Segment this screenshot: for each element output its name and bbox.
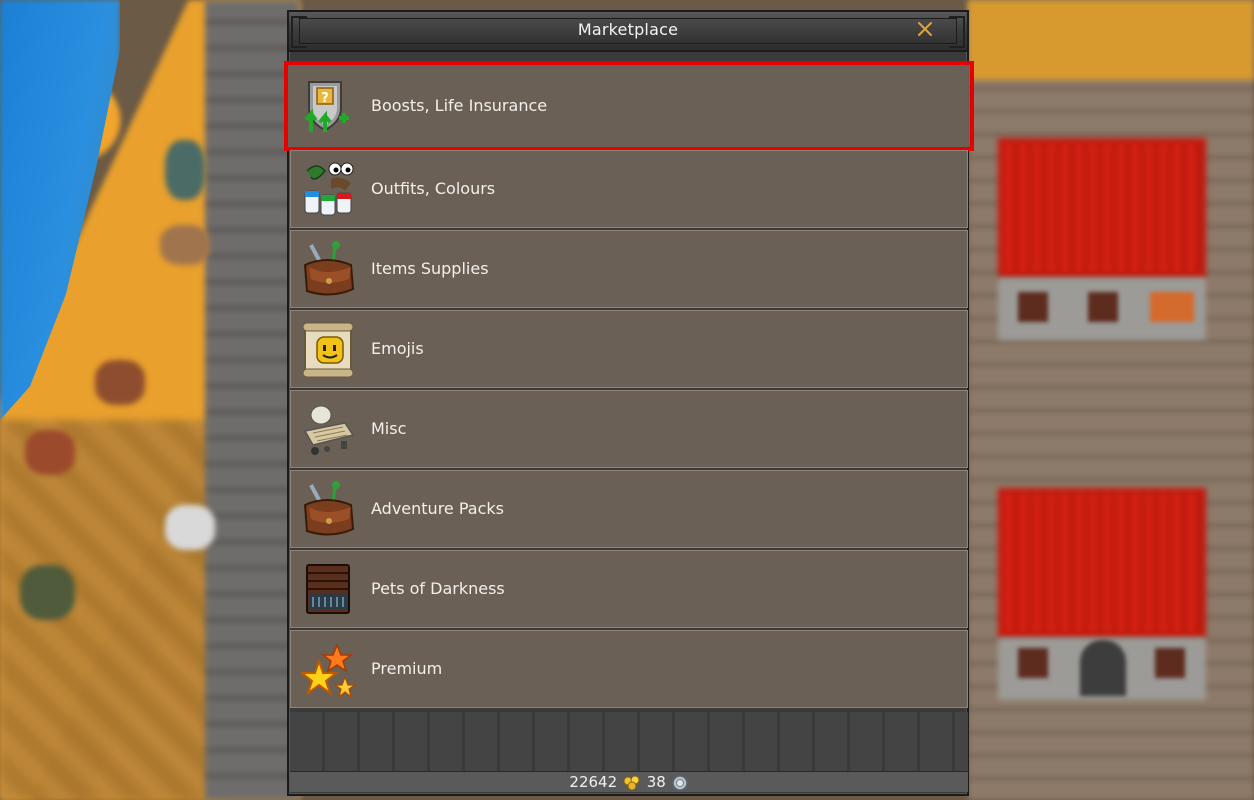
- window-title: Marketplace: [577, 20, 679, 39]
- category-label: Outfits, Colours: [371, 179, 496, 198]
- category-list: ? Boosts, Life Insurance Outfits, Colour…: [284, 61, 974, 710]
- stone-road: [205, 0, 300, 800]
- adventure-bag-icon: [301, 481, 357, 539]
- category-label: Emojis: [371, 339, 424, 358]
- rock-decoration: [165, 505, 215, 550]
- sand-strip: [968, 0, 1254, 80]
- red-roof: [998, 488, 1206, 638]
- category-label: Pets of Darkness: [371, 579, 505, 598]
- outfit-paint-icon: [301, 161, 357, 219]
- silver-coin-icon: [671, 774, 688, 791]
- gold-amount: 22642: [569, 773, 618, 791]
- building-archway: [1080, 640, 1126, 696]
- building-window: [1155, 648, 1185, 678]
- building-window: [1018, 648, 1048, 678]
- close-x-icon: [918, 22, 932, 36]
- category-premium[interactable]: Premium: [290, 630, 968, 708]
- category-label: Misc: [371, 419, 407, 438]
- building-window: [1018, 292, 1048, 322]
- bush-decoration: [165, 140, 205, 200]
- title-bar[interactable]: Marketplace: [289, 12, 967, 52]
- category-outfits-colours[interactable]: Outfits, Colours: [290, 150, 968, 228]
- premium-star-icon: [299, 641, 357, 699]
- dark-chest-icon: [301, 561, 357, 619]
- window-floor-panel: [290, 712, 968, 774]
- building-window: [1088, 292, 1118, 322]
- emoji-scroll-icon: [301, 321, 357, 379]
- currency-footer: 22642 38: [290, 771, 968, 792]
- close-icon[interactable]: [913, 18, 937, 42]
- svg-text:?: ?: [321, 91, 329, 106]
- marketplace-window: Marketplace ? Boosts, Life Insurance Out…: [284, 10, 974, 796]
- misc-scroll-icon: [301, 401, 357, 459]
- rock-decoration: [160, 225, 210, 265]
- category-label: Boosts, Life Insurance: [371, 96, 548, 115]
- boost-shield-icon: ?: [301, 78, 357, 136]
- category-label: Premium: [371, 659, 443, 678]
- category-emojis[interactable]: Emojis: [290, 310, 968, 388]
- bush-decoration: [20, 565, 75, 620]
- category-label: Items Supplies: [371, 259, 489, 278]
- category-items-supplies[interactable]: Items Supplies: [290, 230, 968, 308]
- rock-decoration: [25, 430, 75, 475]
- category-label: Adventure Packs: [371, 499, 504, 518]
- gold-coins-icon: [623, 775, 640, 790]
- red-roof: [998, 138, 1206, 278]
- category-adventure-packs[interactable]: Adventure Packs: [290, 470, 968, 548]
- category-boosts-life-insurance[interactable]: ? Boosts, Life Insurance: [284, 61, 974, 151]
- rock-decoration: [95, 360, 145, 405]
- category-misc[interactable]: Misc: [290, 390, 968, 468]
- leather-bag-icon: [301, 241, 357, 299]
- category-pets-of-darkness[interactable]: Pets of Darkness: [290, 550, 968, 628]
- silver-amount: 38: [646, 773, 666, 791]
- building-door: [1150, 292, 1194, 322]
